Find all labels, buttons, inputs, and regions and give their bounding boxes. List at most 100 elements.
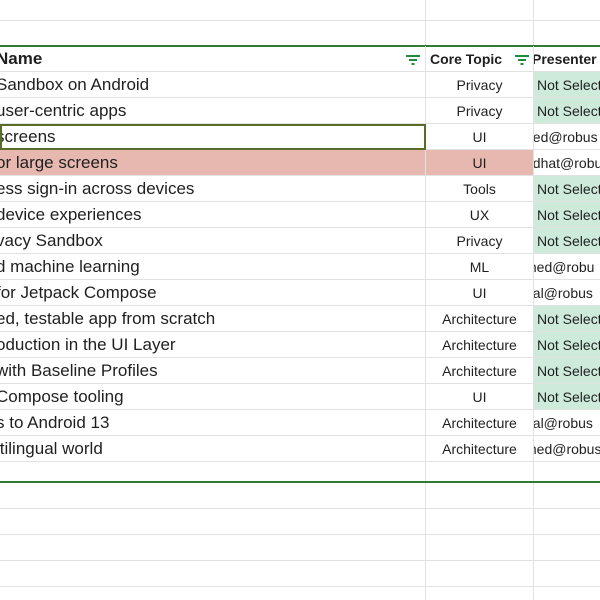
table-row[interactable]: or large screens UI edhat@robu — [0, 150, 600, 176]
core-topic-cell[interactable]: UX — [426, 202, 534, 228]
presenter-dropdown[interactable]: Not Selected — [534, 98, 600, 124]
core-topic-cell[interactable]: Architecture — [426, 332, 534, 358]
empty-cell[interactable] — [426, 509, 534, 535]
name-cell[interactable]: for Jetpack Compose — [0, 280, 426, 306]
core-topic-cell[interactable]: Privacy — [426, 98, 534, 124]
core-topic-cell[interactable]: Architecture — [426, 358, 534, 384]
empty-cell[interactable] — [426, 0, 534, 21]
core-topic-cell[interactable]: UI — [426, 124, 534, 150]
empty-cell[interactable] — [0, 561, 426, 587]
table-row[interactable]: d machine learning ML med@robu — [0, 254, 600, 280]
session-name: d machine learning — [0, 257, 140, 276]
core-topic-cell[interactable]: Architecture — [426, 410, 534, 436]
core-topic-cell[interactable]: UI — [426, 150, 534, 176]
presenter-dropdown[interactable]: Not Selected — [534, 358, 600, 384]
empty-row[interactable] — [0, 21, 600, 47]
presenter-email-cell[interactable]: edhat@robu — [534, 150, 600, 176]
core-topic-cell[interactable]: Architecture — [426, 436, 534, 462]
empty-cell[interactable] — [0, 509, 426, 535]
presenter-dropdown[interactable]: Not Selected — [534, 72, 600, 98]
empty-cell[interactable] — [426, 535, 534, 561]
presenter-email-cell[interactable]: nal@robus — [534, 280, 600, 306]
name-cell[interactable]: s to Android 13 — [0, 410, 426, 436]
name-cell[interactable]: ltilingual world — [0, 436, 426, 462]
name-cell[interactable]: ess sign-in across devices — [0, 176, 426, 202]
presenter-dropdown[interactable]: Not Selected — [534, 384, 600, 410]
header-core-topic[interactable]: Core Topic — [426, 46, 534, 72]
core-topic-cell[interactable]: Architecture — [426, 306, 534, 332]
presenter-value: med@robus — [534, 441, 600, 457]
empty-row[interactable] — [0, 535, 600, 561]
name-cell[interactable]: oduction in the UI Layer — [0, 332, 426, 358]
empty-cell[interactable] — [426, 483, 534, 509]
table-row[interactable]: ess sign-in across devices Tools Not Selec… — [0, 176, 600, 202]
core-topic-cell[interactable]: Tools — [426, 176, 534, 202]
name-cell[interactable]: or large screens — [0, 150, 426, 176]
name-cell[interactable]: device experiences — [0, 202, 426, 228]
empty-cell[interactable] — [534, 483, 600, 509]
table-row[interactable]: ed, testable app from scratch Architectur… — [0, 306, 600, 332]
presenter-dropdown[interactable]: Not Selected — [534, 306, 600, 332]
empty-row[interactable] — [0, 561, 600, 587]
presenter-email-cell[interactable]: nal@robus — [534, 410, 600, 436]
header-name[interactable]: Name — [0, 46, 426, 72]
presenter-dropdown[interactable]: Not Selected — [534, 202, 600, 228]
empty-cell[interactable] — [534, 535, 600, 561]
session-name: device experiences — [0, 205, 142, 224]
filter-icon[interactable] — [406, 55, 420, 65]
table-row[interactable]: screens UI ned@robus — [0, 124, 600, 150]
table-row[interactable]: Sandbox on Android Privacy Not Selected — [0, 72, 600, 98]
presenter-dropdown[interactable]: Not Selected — [534, 332, 600, 358]
presenter-email-cell[interactable]: med@robus — [534, 436, 600, 462]
empty-cell[interactable] — [534, 0, 600, 21]
name-cell[interactable]: Compose tooling — [0, 384, 426, 410]
core-topic-cell[interactable]: UI — [426, 280, 534, 306]
core-topic-cell[interactable]: Privacy — [426, 72, 534, 98]
core-topic-value: UI — [472, 129, 487, 145]
presenter-value: nal@robus — [534, 285, 593, 301]
presenter-value: Not Selected — [537, 181, 600, 197]
table-row[interactable]: device experiences UX Not Selected — [0, 202, 600, 228]
table-row[interactable]: Compose tooling UI Not Selected — [0, 384, 600, 410]
empty-cell[interactable] — [426, 561, 534, 587]
empty-cell[interactable] — [534, 509, 600, 535]
core-topic-cell[interactable]: Privacy — [426, 228, 534, 254]
name-cell[interactable]: Sandbox on Android — [0, 72, 426, 98]
presenter-email-cell[interactable]: ned@robus — [534, 124, 600, 150]
core-topic-cell[interactable]: UI — [426, 384, 534, 410]
presenter-value: nal@robus — [534, 415, 593, 431]
empty-cell[interactable] — [0, 0, 426, 21]
name-cell[interactable]: user-centric apps — [0, 98, 426, 124]
empty-cell[interactable] — [426, 21, 534, 47]
presenter-email-cell[interactable]: med@robu — [534, 254, 600, 280]
table-row[interactable]: ltilingual world Architecture med@robus — [0, 436, 600, 462]
empty-row[interactable] — [0, 509, 600, 535]
core-topic-value: UX — [469, 207, 490, 223]
presenter-dropdown[interactable]: Not Selected — [534, 228, 600, 254]
empty-row[interactable] — [0, 0, 600, 21]
table-row[interactable]: s to Android 13 Architecture nal@robus — [0, 410, 600, 436]
name-cell[interactable]: ed, testable app from scratch — [0, 306, 426, 332]
name-cell[interactable]: d machine learning — [0, 254, 426, 280]
empty-cell[interactable] — [0, 535, 426, 561]
table-row[interactable]: for Jetpack Compose UI nal@robus — [0, 280, 600, 306]
table-row[interactable]: oduction in the UI Layer Architecture Not … — [0, 332, 600, 358]
name-cell[interactable]: screens — [0, 124, 426, 150]
spreadsheet-grid: Name Core Topic Presenter Sandbox on And… — [0, 0, 600, 600]
table-row[interactable]: with Baseline Profiles Architecture Not Se… — [0, 358, 600, 384]
presenter-dropdown[interactable]: Not Selected — [534, 176, 600, 202]
empty-cell[interactable] — [534, 21, 600, 47]
core-topic-value: Privacy — [456, 233, 503, 249]
name-cell[interactable]: with Baseline Profiles — [0, 358, 426, 384]
empty-cell[interactable] — [0, 21, 426, 47]
table-row[interactable]: vacy Sandbox Privacy Not Selected — [0, 228, 600, 254]
empty-row[interactable] — [0, 483, 600, 509]
table-row[interactable]: user-centric apps Privacy Not Selected — [0, 98, 600, 124]
header-presenter[interactable]: Presenter — [534, 46, 600, 72]
core-topic-cell[interactable]: ML — [426, 254, 534, 280]
name-cell[interactable]: vacy Sandbox — [0, 228, 426, 254]
empty-cell[interactable] — [534, 561, 600, 587]
filter-icon[interactable] — [515, 55, 529, 65]
empty-cell[interactable] — [0, 483, 426, 509]
session-name: or large screens — [0, 153, 118, 172]
